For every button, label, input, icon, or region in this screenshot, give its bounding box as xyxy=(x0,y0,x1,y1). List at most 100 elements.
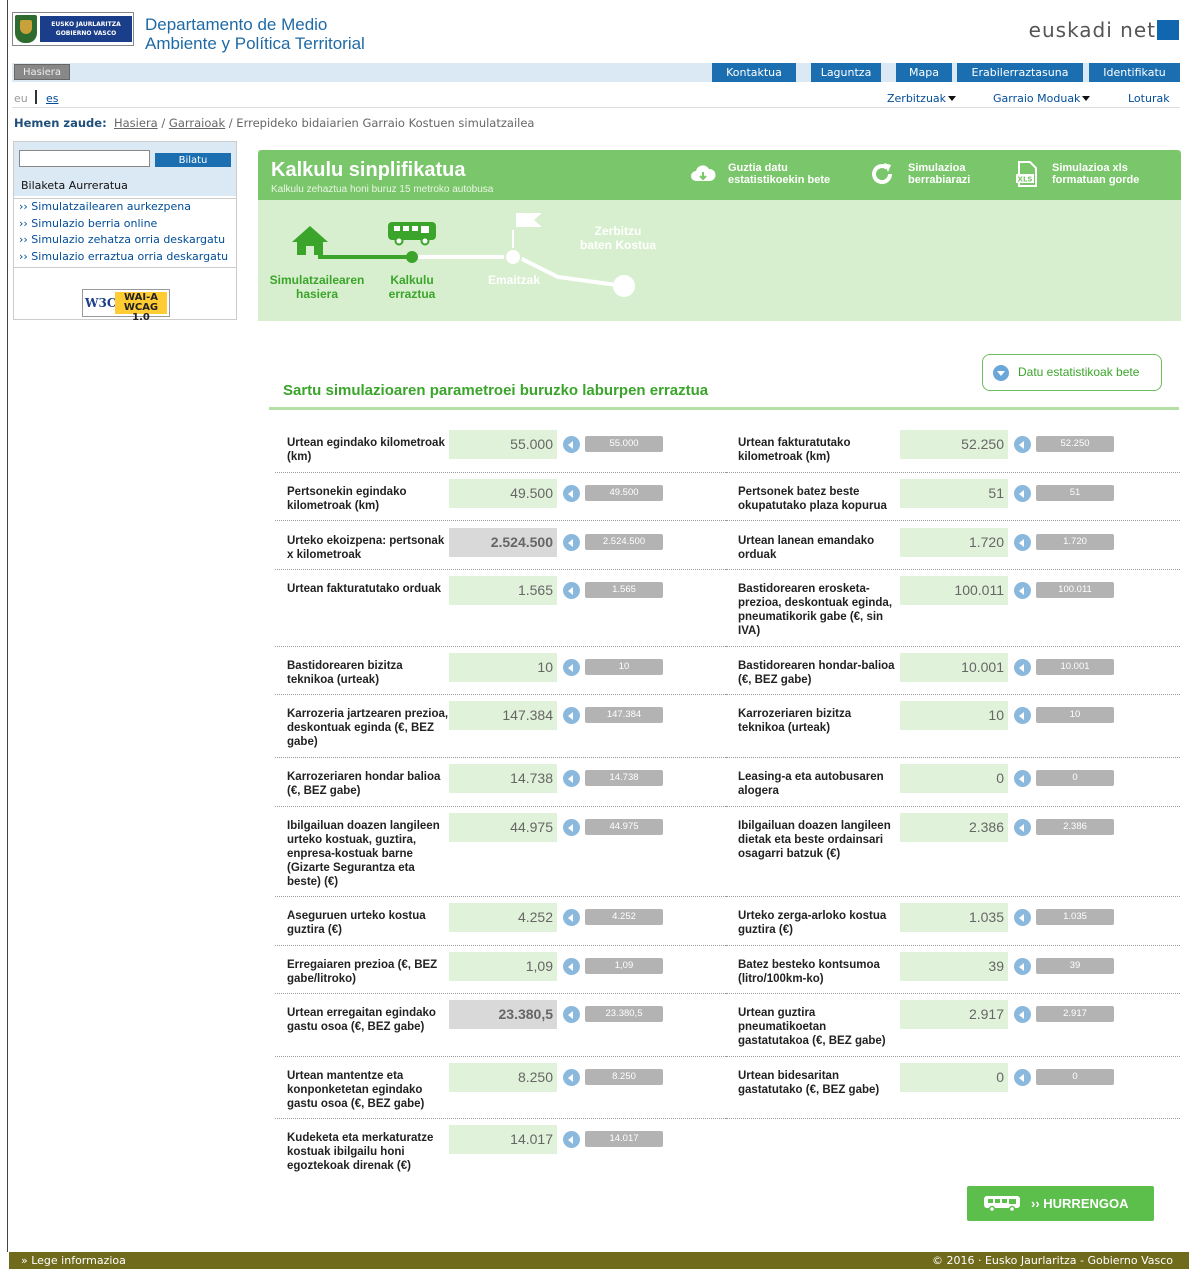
param-slider[interactable]: 55.000 xyxy=(585,436,663,452)
menu-services[interactable]: Zerbitzuak xyxy=(887,92,957,105)
search-input[interactable] xyxy=(19,150,150,167)
param-slider[interactable]: 10.001 xyxy=(1036,659,1114,675)
param-slider[interactable]: 100.011 xyxy=(1036,582,1114,598)
param-slider[interactable]: 1.565 xyxy=(585,582,663,598)
param-value-input[interactable]: 1,09 xyxy=(449,952,557,981)
param-value-input[interactable]: 39 xyxy=(900,952,1008,981)
euskadi-net-logo[interactable]: euskadi net xyxy=(1029,18,1180,42)
sidebar-link-download-detailed[interactable]: ›› Simulazio zehatza orria deskargatu xyxy=(14,232,236,249)
param-value-input[interactable]: 2.386 xyxy=(900,813,1008,842)
param-value-input[interactable]: 2.917 xyxy=(900,1000,1008,1029)
wcag-badge[interactable]: W3C WAI-A WCAG 1.0 xyxy=(82,289,170,323)
chevron-left-icon[interactable] xyxy=(1014,534,1031,551)
next-button[interactable]: ›› HURRENGOA xyxy=(967,1186,1154,1221)
chevron-left-icon[interactable] xyxy=(1014,819,1031,836)
param-slider[interactable]: 2.386 xyxy=(1036,819,1114,835)
chevron-left-icon[interactable] xyxy=(563,1006,580,1023)
param-slider[interactable]: 49.500 xyxy=(585,485,663,501)
param-value-input[interactable]: 44.975 xyxy=(449,813,557,842)
gov-logo[interactable]: EUSKO JAURLARITZA GOBIERNO VASCO xyxy=(12,12,134,46)
sidebar-link-download-simplified[interactable]: ›› Simulazio erraztua orria deskargatu xyxy=(14,249,236,266)
param-value-input[interactable]: 49.500 xyxy=(449,479,557,508)
home-icon[interactable] xyxy=(290,224,330,256)
chevron-left-icon[interactable] xyxy=(1014,707,1031,724)
param-slider[interactable]: 8.250 xyxy=(585,1069,663,1085)
fill-stats-button[interactable]: Datu estatistikoak bete xyxy=(982,354,1162,391)
step-simulator-start[interactable]: Simulatzailearen hasiera xyxy=(269,273,365,301)
menu-transport-modes[interactable]: Garraio Moduak xyxy=(993,92,1091,105)
chevron-left-icon[interactable] xyxy=(1014,958,1031,975)
chevron-left-icon[interactable] xyxy=(563,819,580,836)
refresh-icon[interactable] xyxy=(869,161,895,187)
tab-contact[interactable]: Kontaktua xyxy=(712,63,796,82)
param-value-input[interactable]: 4.252 xyxy=(449,903,557,932)
lang-es-link[interactable]: es xyxy=(46,92,59,105)
param-slider[interactable]: 10 xyxy=(585,659,663,675)
chevron-left-icon[interactable] xyxy=(1014,659,1031,676)
chevron-left-icon[interactable] xyxy=(1014,909,1031,926)
chevron-left-icon[interactable] xyxy=(1014,770,1031,787)
department-title[interactable]: Departamento de Medio Ambiente y Polític… xyxy=(145,15,365,53)
chevron-left-icon[interactable] xyxy=(1014,1069,1031,1086)
param-slider[interactable]: 2.524.500 xyxy=(585,534,663,550)
param-value-input[interactable]: 55.000 xyxy=(449,430,557,459)
param-value-input[interactable]: 51 xyxy=(900,479,1008,508)
fill-all-stats-action[interactable]: Guztia datu estatistikoekin bete xyxy=(728,162,830,186)
chevron-left-icon[interactable] xyxy=(563,707,580,724)
chevron-left-icon[interactable] xyxy=(563,770,580,787)
sidebar-link-new-simulation[interactable]: ›› Simulazio berria online xyxy=(14,216,236,233)
chevron-left-icon[interactable] xyxy=(1014,436,1031,453)
param-value-input[interactable]: 10 xyxy=(449,653,557,682)
tab-help[interactable]: Laguntza xyxy=(811,63,881,82)
chevron-left-icon[interactable] xyxy=(1014,1006,1031,1023)
param-value-input[interactable]: 14.738 xyxy=(449,764,557,793)
home-button[interactable]: Hasiera xyxy=(14,64,70,80)
legal-info-link[interactable]: » Lege informazioa xyxy=(21,1252,126,1269)
param-slider[interactable]: 1.035 xyxy=(1036,909,1114,925)
param-slider[interactable]: 14.017 xyxy=(585,1131,663,1147)
advanced-search-link[interactable]: Bilaketa Aurreratua xyxy=(21,179,128,192)
param-value-input[interactable]: 1.720 xyxy=(900,528,1008,557)
param-value-input[interactable]: 100.011 xyxy=(900,576,1008,605)
save-xls-action[interactable]: Simulazioa xls formatuan gorde xyxy=(1052,162,1139,186)
param-value-input[interactable]: 14.017 xyxy=(449,1125,557,1154)
param-value-input[interactable]: 1.035 xyxy=(900,903,1008,932)
param-value-input[interactable]: 0 xyxy=(900,1063,1008,1092)
cloud-download-icon[interactable] xyxy=(690,161,716,187)
chevron-left-icon[interactable] xyxy=(1014,582,1031,599)
param-slider[interactable]: 44.975 xyxy=(585,819,663,835)
tab-identify[interactable]: Identifikatu xyxy=(1089,63,1180,82)
chevron-left-icon[interactable] xyxy=(563,659,580,676)
chevron-left-icon[interactable] xyxy=(563,909,580,926)
param-value-input[interactable]: 52.250 xyxy=(900,430,1008,459)
param-slider[interactable]: 52.250 xyxy=(1036,436,1114,452)
breadcrumb-home-link[interactable]: Hasiera xyxy=(114,116,158,130)
chevron-left-icon[interactable] xyxy=(563,1069,580,1086)
restart-simulation-action[interactable]: Simulazioa berrabiarazi xyxy=(908,162,970,186)
param-value-input[interactable]: 10 xyxy=(900,701,1008,730)
param-slider[interactable]: 39 xyxy=(1036,958,1114,974)
param-slider[interactable]: 2.917 xyxy=(1036,1006,1114,1022)
chevron-left-icon[interactable] xyxy=(563,958,580,975)
param-value-input[interactable]: 0 xyxy=(900,764,1008,793)
param-value-input[interactable]: 10.001 xyxy=(900,653,1008,682)
param-slider[interactable]: 51 xyxy=(1036,485,1114,501)
chevron-left-icon[interactable] xyxy=(563,1131,580,1148)
breadcrumb-transport-link[interactable]: Garraioak xyxy=(169,116,225,130)
param-slider[interactable]: 0 xyxy=(1036,770,1114,786)
param-slider[interactable]: 0 xyxy=(1036,1069,1114,1085)
tab-accessibility[interactable]: Erabilerraztasuna xyxy=(957,63,1083,82)
param-slider[interactable]: 1,09 xyxy=(585,958,663,974)
param-slider[interactable]: 23.380,5 xyxy=(585,1006,663,1022)
param-slider[interactable]: 4.252 xyxy=(585,909,663,925)
chevron-left-icon[interactable] xyxy=(563,436,580,453)
menu-links[interactable]: Loturak xyxy=(1128,92,1170,105)
param-slider[interactable]: 10 xyxy=(1036,707,1114,723)
sidebar-link-presentation[interactable]: ›› Simulatzailearen aurkezpena xyxy=(14,199,236,216)
search-button[interactable]: Bilatu xyxy=(155,153,231,167)
chevron-left-icon[interactable] xyxy=(1014,485,1031,502)
param-slider[interactable]: 14.738 xyxy=(585,770,663,786)
tab-map[interactable]: Mapa xyxy=(896,63,952,82)
chevron-left-icon[interactable] xyxy=(563,534,580,551)
param-slider[interactable]: 147.384 xyxy=(585,707,663,723)
